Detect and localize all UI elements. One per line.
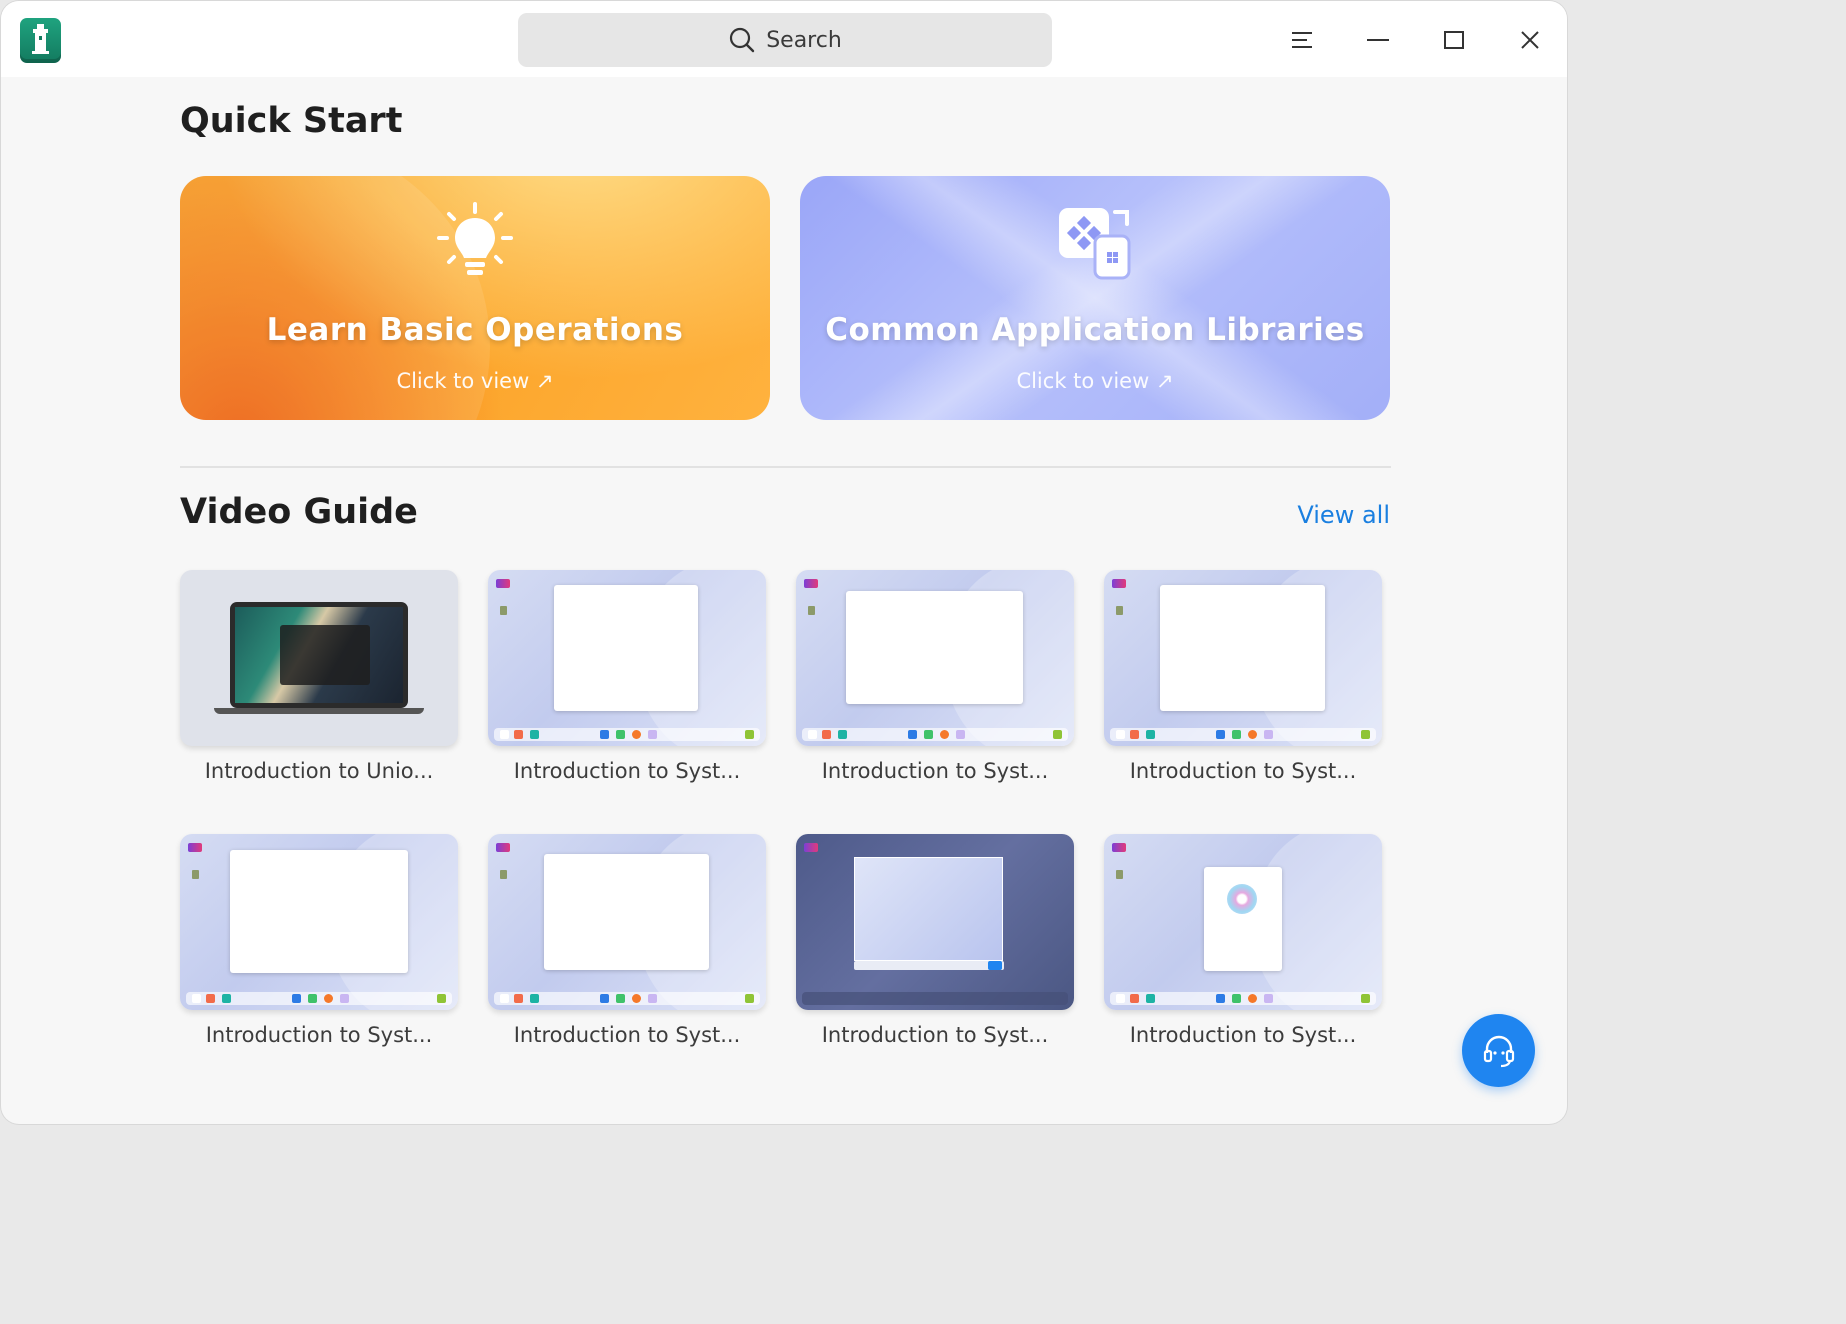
video-thumbnail <box>488 570 766 746</box>
lighthouse-icon <box>20 18 61 63</box>
lightbulb-icon <box>437 202 513 275</box>
app-library-icon <box>1059 208 1131 280</box>
card-title: Common Application Libraries <box>825 312 1365 348</box>
video-card[interactable]: Introduction to Syst... <box>488 570 766 783</box>
minimize-button[interactable] <box>1356 19 1400 61</box>
video-guide-title: Video Guide <box>180 492 418 532</box>
quick-start-title: Quick Start <box>180 101 403 141</box>
app-window: Search Quick Start Learn Basic Operation… <box>1 1 1567 1124</box>
video-title: Introduction to Syst... <box>513 1023 741 1047</box>
common-application-libraries-card[interactable]: Common Application Libraries Click to vi… <box>800 176 1390 420</box>
card-link[interactable]: Click to view ↗ <box>180 369 770 393</box>
video-title: Introduction to Syst... <box>821 759 1049 783</box>
titlebar: Search <box>1 1 1567 77</box>
video-card[interactable]: Introduction to Unio... <box>180 570 458 783</box>
video-title: Introduction to Syst... <box>1129 759 1357 783</box>
video-card[interactable]: Introduction to Syst... <box>796 834 1074 1047</box>
video-title: Introduction to Syst... <box>513 759 741 783</box>
video-title: Introduction to Syst... <box>821 1023 1049 1047</box>
video-title: Introduction to Unio... <box>204 759 434 783</box>
video-title: Introduction to Syst... <box>1129 1023 1357 1047</box>
view-all-link[interactable]: View all <box>1297 501 1390 529</box>
video-thumbnail <box>488 834 766 1010</box>
maximize-icon <box>1444 31 1464 49</box>
card-link[interactable]: Click to view ↗ <box>800 369 1390 393</box>
video-card[interactable]: Introduction to Syst... <box>488 834 766 1047</box>
search-label: Search <box>766 27 842 53</box>
close-button[interactable] <box>1508 19 1552 61</box>
video-card[interactable]: Introduction to Syst... <box>1104 570 1382 783</box>
close-icon <box>1521 31 1539 49</box>
support-button[interactable] <box>1462 1014 1535 1087</box>
video-thumbnail <box>1104 834 1382 1010</box>
video-thumbnail <box>180 570 458 746</box>
video-card[interactable]: Introduction to Syst... <box>796 570 1074 783</box>
video-thumbnail <box>796 570 1074 746</box>
video-thumbnail <box>1104 570 1382 746</box>
menu-icon <box>1292 32 1312 48</box>
headset-icon <box>1483 1035 1514 1067</box>
video-thumbnail <box>796 834 1074 1010</box>
card-title: Learn Basic Operations <box>266 312 684 348</box>
search-icon <box>730 27 755 53</box>
video-card[interactable]: Introduction to Syst... <box>1104 834 1382 1047</box>
main-content: Quick Start Learn Basic Operations Click… <box>1 77 1567 1124</box>
maximize-button[interactable] <box>1432 19 1476 61</box>
video-thumbnail <box>180 834 458 1010</box>
section-divider <box>180 466 1391 468</box>
search-box[interactable]: Search <box>518 13 1052 67</box>
video-title: Introduction to Syst... <box>205 1023 433 1047</box>
menu-button[interactable] <box>1280 19 1324 61</box>
video-card[interactable]: Introduction to Syst... <box>180 834 458 1047</box>
minimize-icon <box>1367 39 1389 41</box>
learn-basic-operations-card[interactable]: Learn Basic Operations Click to view ↗ <box>180 176 770 420</box>
